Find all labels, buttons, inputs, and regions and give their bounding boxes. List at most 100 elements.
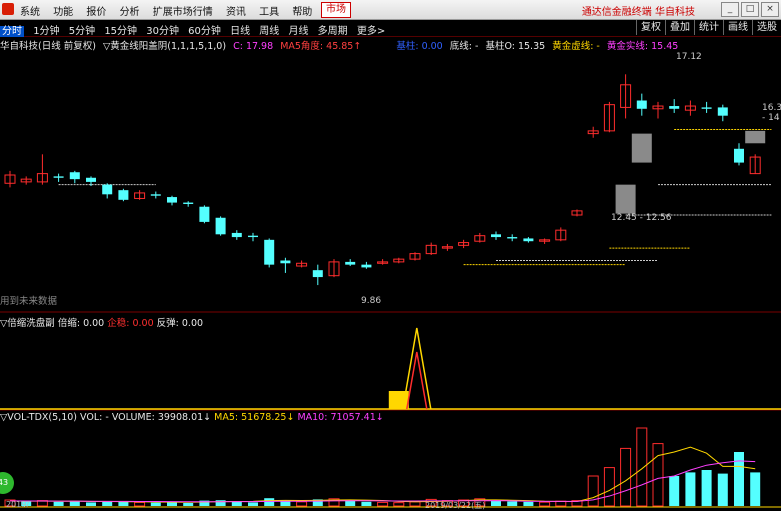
- sub-indicator: [388, 327, 432, 410]
- vol-bar-16: [264, 498, 275, 506]
- vol-bar-31: [507, 501, 518, 506]
- volume-value: VOLUME: 39908.01↓: [111, 412, 212, 423]
- candle-body-44: [717, 107, 728, 116]
- candle-body-45: [734, 148, 744, 163]
- volume-bars: [4, 427, 761, 507]
- date-cursor-label: 2019/03/22(五): [425, 501, 486, 510]
- fantan-value: 反弹: 0.00: [156, 318, 204, 329]
- vol-bar-37: [603, 467, 615, 507]
- menu-quote[interactable]: 报价: [86, 7, 106, 18]
- minimize-button[interactable]: _: [721, 2, 739, 17]
- kline-chart[interactable]: [0, 50, 781, 510]
- vol-bar-38: [620, 447, 632, 507]
- candle-body-15: [248, 235, 258, 238]
- gray-block-2: [745, 130, 766, 144]
- tab-weekly[interactable]: 周线: [259, 26, 279, 37]
- candle-body-9: [150, 194, 161, 196]
- candle-body-22: [361, 264, 372, 268]
- market-button[interactable]: 市场: [321, 2, 351, 18]
- tab-intraday[interactable]: 分时: [0, 26, 24, 37]
- candle-body-10: [167, 197, 177, 203]
- candle-body-4: [69, 172, 80, 180]
- candle-body-5: [86, 177, 96, 182]
- candle-body-30: [491, 234, 501, 238]
- candle-body-19: [312, 270, 323, 278]
- high-price-label: 17.12: [676, 52, 702, 62]
- gray-blocks: [615, 130, 766, 214]
- menu-help[interactable]: 帮助: [292, 7, 312, 18]
- vol-bar-21: [345, 500, 356, 506]
- vol-value: VOL: -: [80, 412, 109, 423]
- menu-system[interactable]: 系统: [20, 7, 40, 18]
- tab-15min[interactable]: 15分钟: [104, 26, 137, 37]
- draw-button[interactable]: 画线: [723, 20, 752, 35]
- adjust-button[interactable]: 复权: [636, 20, 665, 35]
- reference-lines: [58, 128, 772, 266]
- vol-bar-45: [734, 452, 744, 506]
- vol-bar-7: [118, 501, 129, 506]
- tab-monthly[interactable]: 月线: [288, 26, 308, 37]
- beisuo-value: 倍缩: 0.00: [57, 318, 105, 329]
- date-left-label: 2019/: [6, 500, 30, 509]
- vol-bar-11: [183, 503, 194, 506]
- candle-body-7: [118, 190, 129, 200]
- vol-bar-22: [361, 501, 372, 506]
- vol-bar-3: [53, 501, 64, 506]
- vol-bar-9: [150, 502, 161, 506]
- tab-daily[interactable]: 日线: [230, 26, 250, 37]
- candle-body-21: [345, 261, 356, 265]
- sub2-header: ▽VOL-TDX(5,10) VOL: - VOLUME: 39908.01↓ …: [0, 412, 384, 423]
- menu-tools[interactable]: 工具: [259, 7, 279, 18]
- period-bar: 分时 1分钟 5分钟 15分钟 30分钟 60分钟 日线 周线 月线 多周期 更…: [0, 20, 781, 37]
- qiwen-value: 企稳: 0.00: [107, 318, 154, 329]
- vol-bar-30: [491, 500, 501, 506]
- menu-function[interactable]: 功能: [53, 7, 73, 18]
- candle-body-17: [280, 260, 291, 264]
- vol-bar-46: [750, 472, 761, 506]
- app-logo-icon[interactable]: [2, 3, 14, 15]
- tab-1min[interactable]: 1分钟: [33, 26, 59, 37]
- menu-bar: 系统 功能 报价 分析 扩展市场行情 资讯 工具 帮助 市场 通达信金融终端 华…: [0, 0, 781, 20]
- low-price-label: 9.86: [361, 296, 382, 306]
- candle-body-3: [53, 176, 64, 178]
- tab-multi-period[interactable]: 多周期: [318, 26, 348, 37]
- menu-news[interactable]: 资讯: [226, 7, 246, 18]
- sub1-title[interactable]: ▽倍缩洗盘副: [0, 318, 55, 329]
- vol-bar-44: [717, 473, 728, 506]
- overlay-button[interactable]: 叠加: [665, 20, 694, 35]
- stock-select-button[interactable]: 选股: [752, 20, 781, 35]
- candle-body-41: [669, 106, 680, 109]
- maximize-button[interactable]: □: [741, 2, 759, 17]
- window-controls: _ □ ×: [719, 2, 779, 17]
- stats-button[interactable]: 统计: [694, 20, 723, 35]
- vol-bar-25: [409, 501, 421, 507]
- close-button[interactable]: ×: [761, 2, 779, 17]
- tab-5min[interactable]: 5分钟: [69, 26, 95, 37]
- tab-60min[interactable]: 60分钟: [188, 26, 221, 37]
- gray-block-1: [615, 184, 636, 214]
- tab-30min[interactable]: 30分钟: [146, 26, 179, 37]
- vol-bar-10: [167, 502, 177, 506]
- range-label-2: 16.30 - 14: [762, 103, 781, 123]
- menu-ext-market[interactable]: 扩展市场行情: [153, 7, 213, 18]
- tab-more[interactable]: 更多>: [357, 26, 385, 37]
- vol-bar-15: [248, 502, 258, 506]
- candle-body-31: [507, 237, 518, 239]
- vol-bar-8: [134, 501, 146, 507]
- vol-bar-18: [296, 501, 308, 507]
- fantan-spike: [406, 351, 428, 410]
- vol-bar-43: [701, 470, 712, 506]
- vol-title[interactable]: ▽VOL-TDX(5,10): [0, 412, 77, 423]
- brand-title: 通达信金融终端 华自科技: [581, 7, 695, 18]
- menu-analysis[interactable]: 分析: [120, 7, 140, 18]
- gray-block-0: [631, 133, 652, 163]
- candle-body-13: [215, 217, 226, 235]
- vol-bar-40: [652, 443, 664, 507]
- vol-bar-39: [636, 427, 648, 507]
- sub1-header: ▽倍缩洗盘副 倍缩: 0.00 企稳: 0.00 反弹: 0.00: [0, 315, 203, 329]
- ma10-value: MA10: 71057.41↓: [297, 412, 384, 423]
- candle-body-32: [523, 238, 534, 242]
- vol-bar-23: [377, 501, 389, 507]
- candle-body-39: [636, 100, 647, 109]
- ma5-line: [9, 446, 756, 503]
